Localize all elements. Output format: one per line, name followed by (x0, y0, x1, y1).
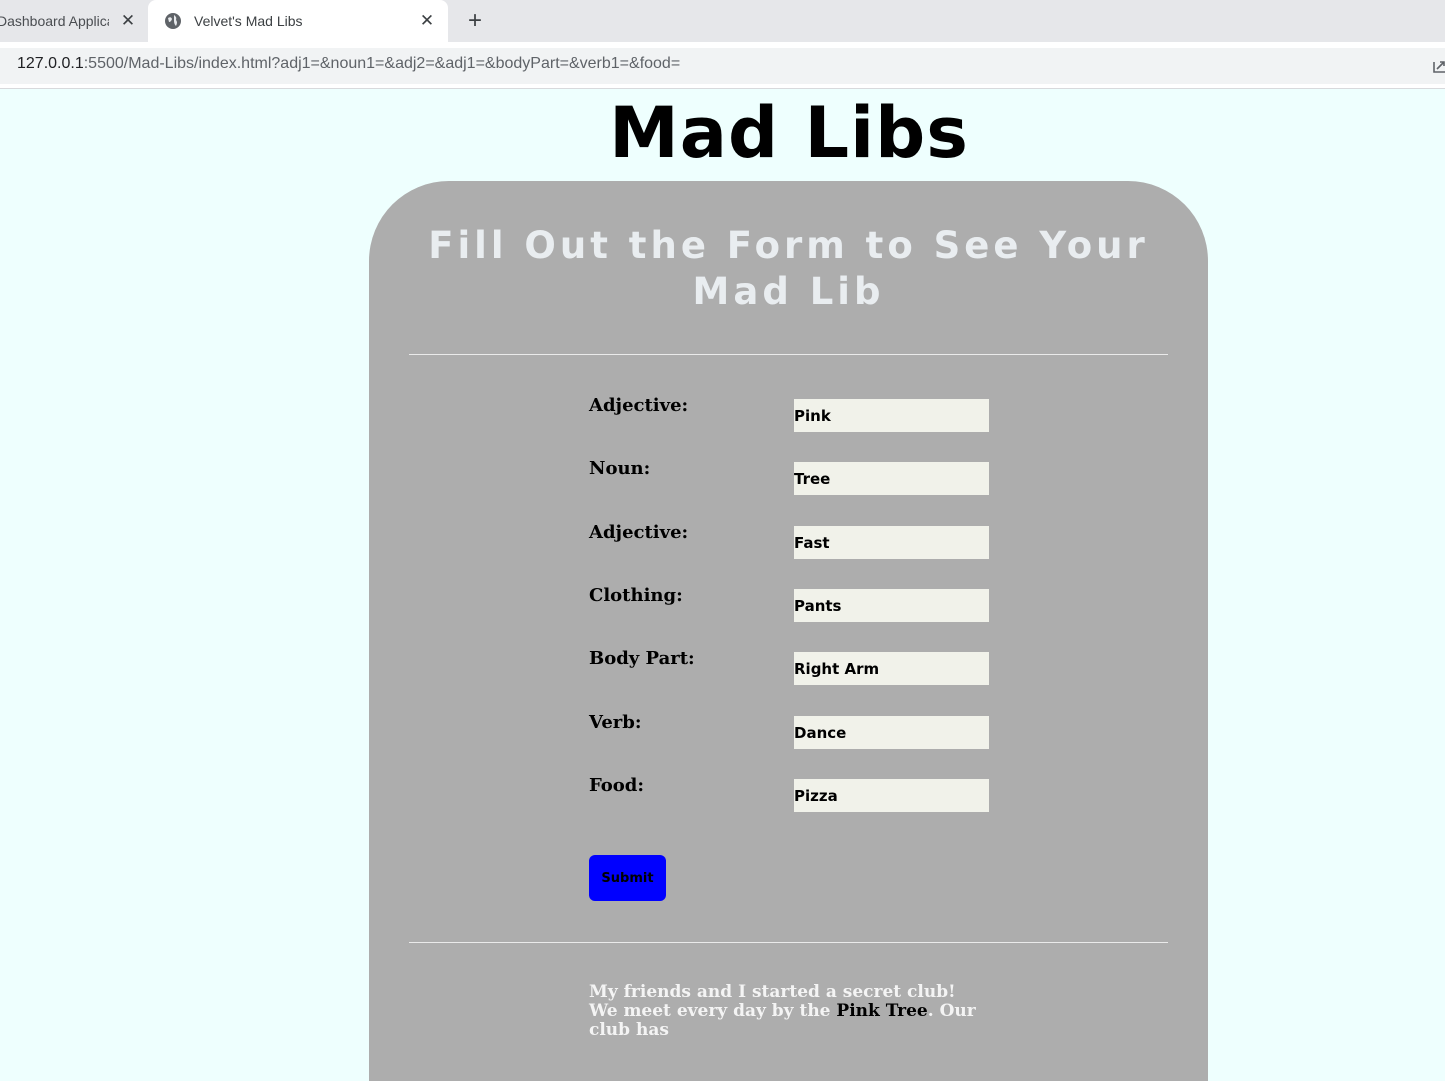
globe-icon (165, 13, 181, 29)
field-verb: Verb: (589, 712, 989, 749)
divider (409, 942, 1168, 943)
field-label: Adjective: (589, 522, 689, 543)
verb-input[interactable] (794, 716, 989, 749)
field-label: Clothing: (589, 585, 683, 606)
tab-title: Velvet's Mad Libs (194, 13, 303, 29)
tab-mad-libs[interactable]: Velvet's Mad Libs ✕ (148, 0, 448, 42)
field-food: Food: (589, 775, 989, 812)
field-label: Noun: (589, 458, 651, 479)
adjective-2-input[interactable] (794, 526, 989, 559)
page-title: Mad Libs (609, 92, 969, 174)
body-part-input[interactable] (794, 652, 989, 685)
submit-button[interactable]: Submit (589, 855, 666, 901)
close-icon[interactable]: ✕ (418, 12, 436, 30)
field-label: Body Part: (589, 648, 695, 669)
field-label: Verb: (589, 712, 642, 733)
adjective-1-input[interactable] (794, 399, 989, 432)
url-path: :5500/Mad-Libs/index.html?adj1=&noun1=&a… (83, 55, 681, 72)
clothing-input[interactable] (794, 589, 989, 622)
mad-lib-story: My friends and I started a secret club! … (589, 983, 989, 1040)
field-body-part: Body Part: (589, 648, 989, 685)
field-label: Food: (589, 775, 645, 796)
tab-dashboard[interactable]: Dashboard Application ✕ (0, 0, 148, 42)
noun-input[interactable] (794, 462, 989, 495)
story-filled-word: Pink Tree (836, 1001, 928, 1021)
address-bar: 127.0.0.1:5500/Mad-Libs/index.html?adj1=… (0, 42, 1445, 89)
mad-libs-form-card: Fill Out the Form to See Your Mad Lib Ad… (369, 181, 1208, 1081)
field-adjective-1: Adjective: (589, 395, 989, 432)
form-heading: Fill Out the Form to See Your Mad Lib (428, 224, 1149, 313)
field-clothing: Clothing: (589, 585, 989, 622)
url-text[interactable]: 127.0.0.1:5500/Mad-Libs/index.html?adj1=… (17, 55, 680, 73)
plus-icon[interactable]: + (463, 9, 487, 33)
browser-tab-strip: Dashboard Application ✕ Velvet's Mad Lib… (0, 0, 1445, 42)
field-label: Adjective: (589, 395, 689, 416)
share-icon[interactable] (1432, 58, 1445, 74)
food-input[interactable] (794, 779, 989, 812)
field-noun: Noun: (589, 458, 989, 495)
url-host: 127.0.0.1 (17, 55, 84, 72)
field-adjective-2: Adjective: (589, 522, 989, 559)
close-icon[interactable]: ✕ (119, 12, 137, 30)
tab-title: Dashboard Application (0, 13, 109, 29)
divider (409, 354, 1168, 355)
